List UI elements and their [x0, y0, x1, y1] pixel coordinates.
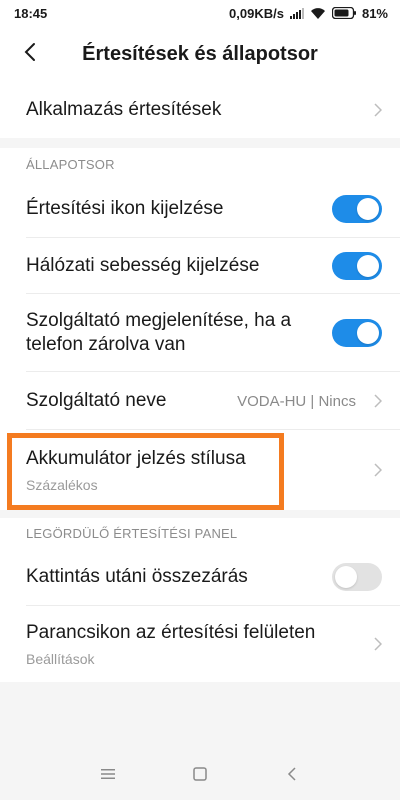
back-arrow-icon	[23, 42, 37, 67]
wifi-icon	[310, 7, 326, 19]
shortcuts-sub: Beállítások	[26, 651, 95, 667]
home-icon	[193, 766, 207, 786]
battery-style-value: Százalékos	[26, 477, 98, 493]
battery-icon	[331, 7, 356, 19]
carrier-name-item[interactable]: Szolgáltató neve VODA-HU | Nincs	[0, 372, 400, 430]
close-after-tap-item[interactable]: Kattintás utáni összezárás	[0, 548, 400, 606]
back-button[interactable]	[0, 26, 60, 82]
chevron-right-icon	[368, 637, 382, 651]
carrier-name-label: Szolgáltató neve	[26, 390, 167, 411]
carrier-lockscreen-item[interactable]: Szolgáltató megjelenítése, ha a telefon …	[0, 294, 400, 372]
menu-icon	[101, 767, 115, 785]
chevron-right-icon	[368, 463, 382, 477]
app-notifications-label: Alkalmazás értesítések	[26, 99, 222, 120]
navigation-bar	[0, 752, 400, 800]
network-speed-item[interactable]: Hálózati sebesség kijelzése	[0, 238, 400, 294]
menu-button[interactable]	[98, 766, 118, 786]
status-section-header: ÁLLAPOTSOR	[0, 148, 400, 180]
status-indicators: 0,09KB/s 81%	[229, 6, 388, 21]
close-after-tap-toggle[interactable]	[332, 563, 382, 591]
app-notifications-item[interactable]: Alkalmazás értesítések	[0, 82, 400, 138]
battery-style-label: Akkumulátor jelzés stílusa	[26, 448, 246, 469]
battery-percent: 81%	[361, 5, 388, 21]
status-time: 18:45	[14, 5, 48, 21]
signal-icon	[289, 7, 304, 19]
status-bar: 18:45 0,09KB/s 81%	[0, 0, 400, 26]
shortcuts-item[interactable]: Parancsikon az értesítési felületen Beál…	[0, 606, 400, 682]
close-after-tap-label: Kattintás utáni összezárás	[26, 566, 248, 587]
back-triangle-icon	[287, 766, 297, 786]
shortcuts-label: Parancsikon az értesítési felületen	[26, 622, 316, 643]
carrier-name-value: VODA-HU | Nincs	[237, 392, 356, 410]
carrier-lockscreen-label: Szolgáltató megjelenítése, ha a telefon …	[26, 310, 292, 355]
section-gap	[0, 510, 400, 518]
network-speed: 0,09KB/s	[229, 5, 284, 21]
network-speed-toggle[interactable]	[332, 252, 382, 280]
notification-icons-toggle[interactable]	[332, 195, 382, 223]
battery-style-item[interactable]: Akkumulátor jelzés stílusa Százalékos	[0, 430, 400, 510]
back-nav-button[interactable]	[282, 766, 302, 786]
notification-icons-label: Értesítési ikon kijelzése	[26, 198, 224, 219]
page-title: Értesítések és állapotsor	[82, 42, 318, 65]
network-speed-label: Hálózati sebesség kijelzése	[26, 255, 260, 276]
chevron-right-icon	[368, 394, 382, 408]
pulldown-section-header: LEGÖRDÜLŐ ÉRTESÍTÉSI PANEL	[0, 518, 400, 548]
chevron-right-icon	[368, 103, 382, 117]
home-button[interactable]	[190, 766, 210, 786]
section-gap	[0, 138, 400, 148]
header: Értesítések és állapotsor	[0, 26, 400, 82]
notification-icons-item[interactable]: Értesítési ikon kijelzése	[0, 180, 400, 238]
carrier-lockscreen-toggle[interactable]	[332, 319, 382, 347]
